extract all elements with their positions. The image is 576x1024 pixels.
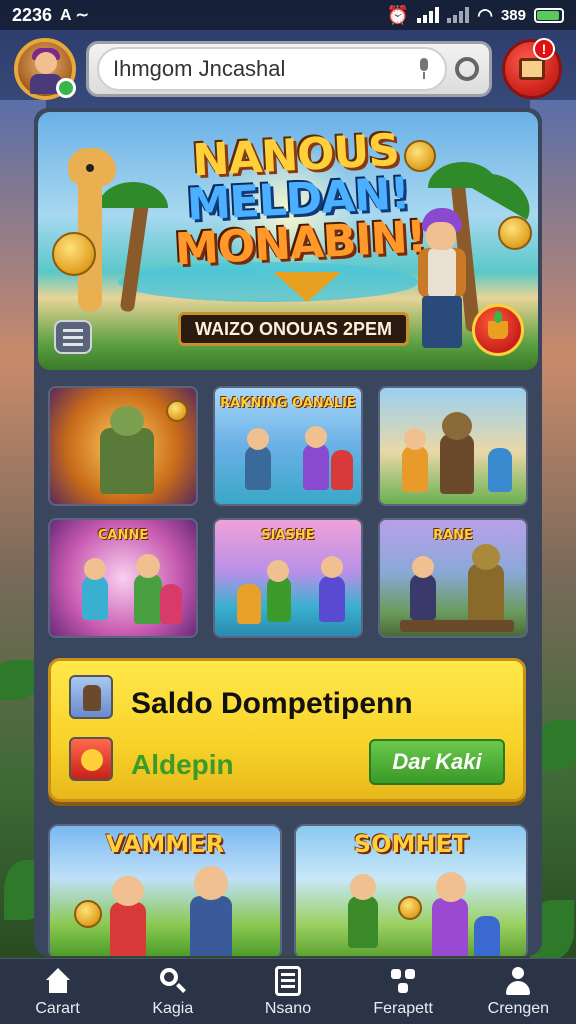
featured-card[interactable]: SOMHET bbox=[294, 824, 528, 956]
search-pill bbox=[97, 47, 447, 91]
nav-item-ferapett[interactable]: Ferapett bbox=[353, 966, 453, 1018]
bottom-nav: Carart Kagia Nsano Ferapett Crengen bbox=[0, 958, 576, 1024]
battery-text: 389 bbox=[500, 6, 526, 24]
notification-badge: ! bbox=[533, 38, 555, 60]
hero-star-arrow bbox=[273, 272, 341, 302]
nav-item-nsano[interactable]: Nsano bbox=[238, 965, 338, 1018]
game-card[interactable]: RANE bbox=[378, 518, 528, 638]
featured-card-title: VAMMER bbox=[105, 830, 225, 858]
game-card-title: CANNE bbox=[97, 528, 149, 543]
grid-dots-icon bbox=[388, 966, 418, 996]
wallet-subtitle: Aldepin bbox=[131, 749, 234, 780]
nav-label: Kagia bbox=[152, 999, 194, 1017]
profile-icon bbox=[503, 966, 533, 996]
nav-label: Nsano bbox=[264, 999, 312, 1017]
home-icon bbox=[43, 966, 73, 996]
giraffe-character bbox=[60, 142, 120, 312]
alarm-icon: ⏰ bbox=[386, 4, 410, 25]
wallet-title: Saldo Dompetipenn bbox=[131, 687, 413, 720]
hero-character bbox=[408, 208, 478, 358]
notification-button[interactable]: ! bbox=[502, 38, 562, 99]
wallet-panel: Saldo Dompetipenn Aldepin Dar Kaki bbox=[48, 658, 526, 802]
game-card[interactable] bbox=[48, 386, 198, 506]
signal-icon-secondary bbox=[447, 7, 470, 23]
wallet-action-button[interactable]: Dar Kaki bbox=[369, 739, 505, 785]
search-input[interactable] bbox=[113, 56, 409, 82]
nav-item-carart[interactable]: Carart bbox=[8, 966, 108, 1018]
top-header: ! bbox=[0, 36, 576, 102]
game-card-title: RAKNING OANALIE bbox=[220, 396, 356, 411]
game-card[interactable]: SIASHE bbox=[213, 518, 363, 638]
main-panel: NANOUS MELDAN! MONABIN! WAIZO ONOUAS 2PE… bbox=[34, 108, 542, 956]
featured-card[interactable]: VAMMER bbox=[48, 824, 282, 956]
nav-label: Crengen bbox=[487, 999, 550, 1017]
game-card-title: RANE bbox=[433, 528, 473, 543]
mic-icon[interactable] bbox=[417, 58, 431, 80]
nav-label: Carart bbox=[35, 999, 80, 1017]
coin-icon bbox=[498, 216, 532, 250]
wifi-icon: ◠ bbox=[477, 4, 493, 25]
game-card[interactable]: CANNE bbox=[48, 518, 198, 638]
hero-banner[interactable]: NANOUS MELDAN! MONABIN! WAIZO ONOUAS 2PE… bbox=[38, 112, 538, 370]
nav-item-kagia[interactable]: Kagia bbox=[123, 966, 223, 1018]
plant-pot-button[interactable] bbox=[472, 304, 524, 356]
battery-icon bbox=[534, 7, 564, 23]
search-icon bbox=[158, 966, 188, 996]
signal-icon bbox=[417, 7, 440, 23]
coin-icon bbox=[52, 232, 96, 276]
game-card[interactable]: RAKNING OANALIE bbox=[213, 386, 363, 506]
featured-card-title: SOMHET bbox=[353, 830, 469, 858]
list-icon bbox=[273, 965, 303, 996]
gem-icon bbox=[69, 737, 113, 781]
hero-caption: WAIZO ONOUAS 2PEM bbox=[178, 312, 410, 346]
plant-pot-icon bbox=[488, 311, 508, 339]
featured-cards: VAMMER SOMHET bbox=[48, 824, 528, 956]
status-extra: A ∼ bbox=[60, 7, 89, 24]
status-time: 2236 bbox=[12, 4, 53, 25]
chest-icon bbox=[519, 58, 545, 80]
hero-title-line3: MONABIN! bbox=[173, 211, 427, 276]
avatar[interactable] bbox=[14, 38, 76, 100]
nav-item-crengen[interactable]: Crengen bbox=[468, 966, 568, 1018]
search-bar bbox=[86, 41, 492, 97]
menu-icon[interactable] bbox=[54, 320, 92, 354]
game-card[interactable] bbox=[378, 386, 528, 506]
status-bar: 2236 A ∼ ⏰ ◠ 389 bbox=[0, 0, 576, 30]
game-card-title: SIASHE bbox=[261, 528, 315, 543]
online-status-icon bbox=[56, 78, 76, 98]
nav-label: Ferapett bbox=[373, 999, 433, 1017]
hero-title: NANOUS MELDAN! MONABIN! bbox=[155, 125, 442, 276]
backpack-icon bbox=[69, 675, 113, 719]
game-grid: RAKNING OANALIE CANNE SIASHE RANE bbox=[48, 386, 528, 638]
refresh-icon[interactable] bbox=[455, 57, 479, 81]
